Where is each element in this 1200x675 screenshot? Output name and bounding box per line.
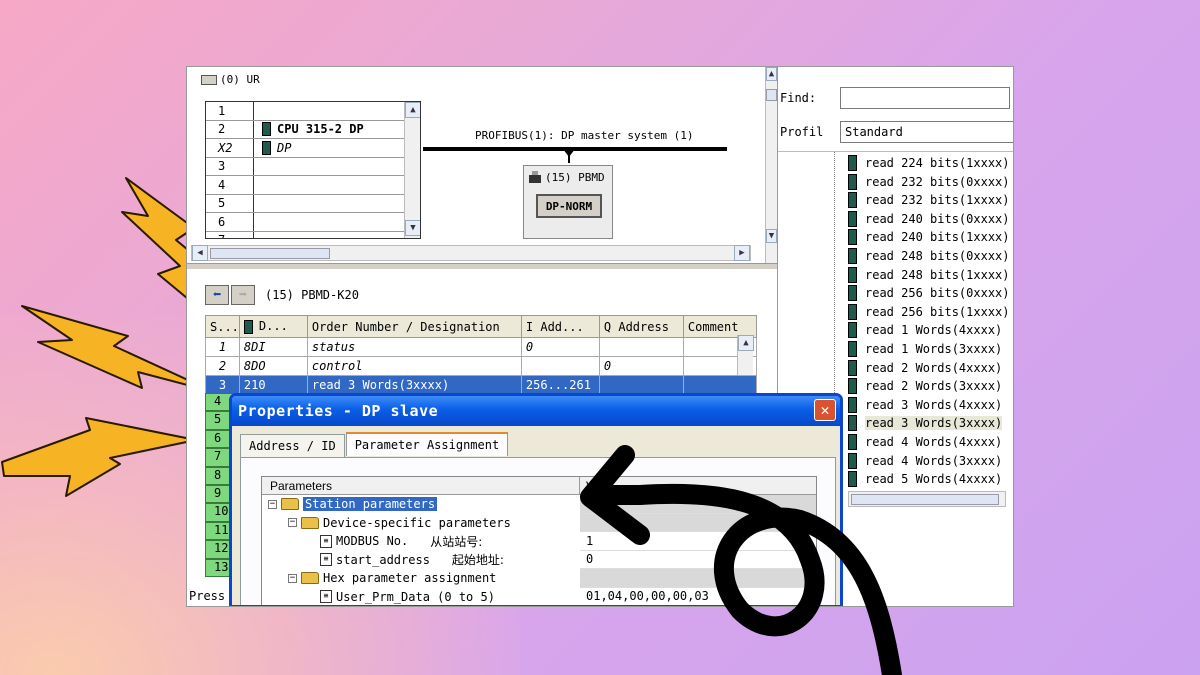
curly-arrow-icon	[580, 445, 902, 675]
